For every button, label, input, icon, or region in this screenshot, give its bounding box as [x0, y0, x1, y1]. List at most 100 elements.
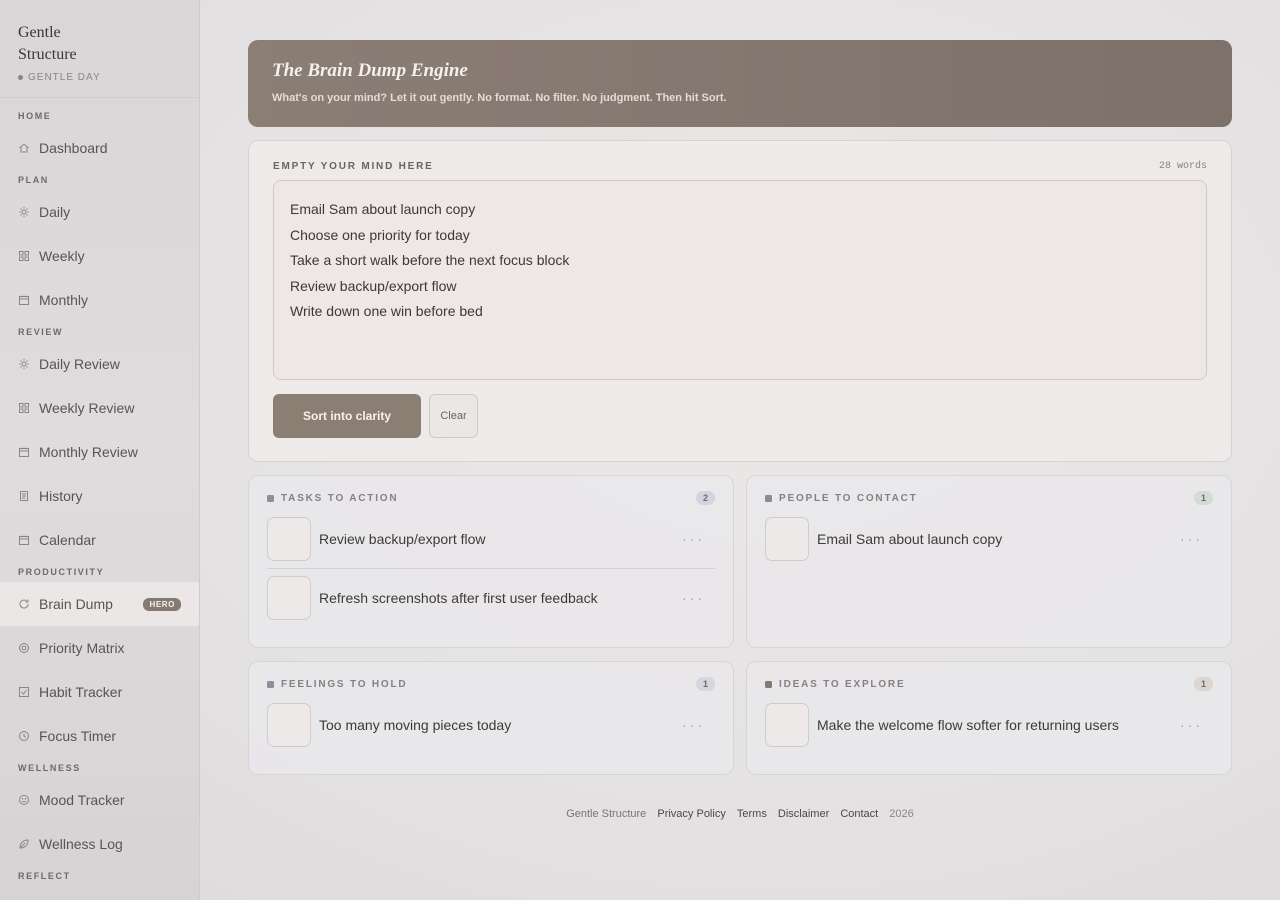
calendar-icon — [18, 294, 30, 306]
nav-section-reflect: REFLECT — [18, 871, 71, 881]
dump-line: Review backup/export flow — [290, 277, 457, 294]
nav-section-productivity: PRODUCTIVITY — [18, 567, 105, 577]
footer-link-terms[interactable]: Terms — [737, 808, 767, 820]
word-count: 28 words — [1158, 161, 1207, 172]
sidebar-nav: HOME Dashboard PLAN Daily Weekly Monthly REVIE… — [0, 98, 199, 886]
sidebar-item-priority-matrix[interactable]: Priority Matrix — [0, 626, 199, 670]
sidebar-item-label: Dashboard — [39, 140, 108, 156]
bucket-count-badge: 2 — [695, 491, 715, 505]
sidebar-item-weekly-review[interactable]: Weekly Review — [0, 386, 199, 430]
item-checkbox[interactable] — [267, 516, 311, 561]
sidebar-item-calendar[interactable]: Calendar — [0, 518, 199, 562]
more-options-icon[interactable]: ··· — [682, 717, 705, 733]
smile-icon — [18, 794, 30, 806]
sidebar-item-label: Monthly — [39, 292, 89, 308]
sidebar-item-label: History — [39, 488, 83, 504]
footer-link-disclaimer[interactable]: Disclaimer — [778, 808, 829, 820]
sidebar-item-label: Calendar — [39, 532, 96, 548]
brain-dump-label: EMPTY YOUR MIND HERE — [273, 161, 434, 172]
bucket-feelings: FEELINGS TO HOLD 1 Too many moving piece… — [248, 661, 734, 775]
clock-icon — [18, 730, 30, 742]
sidebar-item-daily[interactable]: Daily — [0, 190, 199, 234]
sidebar-item-label: Daily Review — [39, 356, 120, 372]
more-options-icon[interactable]: ··· — [682, 590, 705, 606]
home-icon — [18, 142, 30, 154]
bucket-title: FEELINGS TO HOLD — [267, 679, 407, 690]
hero-badge: HERO — [143, 597, 181, 611]
checkbox-icon — [18, 686, 30, 698]
sidebar-item-mood-tracker[interactable]: Mood Tracker — [0, 778, 199, 822]
more-options-icon[interactable]: ··· — [682, 531, 705, 547]
bucket-marker-icon — [267, 494, 274, 502]
item-text: Email Sam about launch copy — [817, 530, 1003, 547]
brand-subtitle: GENTLE DAY — [18, 72, 181, 83]
clear-button[interactable]: Clear — [429, 394, 478, 438]
sidebar-item-wellness-log[interactable]: Wellness Log — [0, 822, 199, 866]
sidebar-item-habit-tracker[interactable]: Habit Tracker — [0, 670, 199, 714]
sidebar-item-history[interactable]: History — [0, 474, 199, 518]
sidebar-item-daily-review[interactable]: Daily Review — [0, 342, 199, 386]
sidebar-item-label: Weekly — [39, 248, 85, 264]
list-item: Too many moving pieces today ··· — [267, 695, 715, 754]
list-item: Refresh screenshots after first user fee… — [267, 568, 715, 627]
leaf-icon — [18, 838, 30, 850]
bucket-ideas: IDEAS TO EXPLORE 1 Make the welcome flow… — [746, 661, 1232, 775]
sidebar-item-label: Wellness Log — [39, 836, 123, 852]
bucket-count-badge: 1 — [1193, 677, 1213, 691]
sidebar-item-focus-timer[interactable]: Focus Timer — [0, 714, 199, 758]
sidebar-item-dashboard[interactable]: Dashboard — [0, 126, 199, 170]
calendar-icon — [18, 446, 30, 458]
more-options-icon[interactable]: ··· — [1180, 717, 1203, 733]
item-text: Review backup/export flow — [319, 530, 486, 547]
footer-link-contact[interactable]: Contact — [840, 808, 878, 820]
dump-line: Take a short walk before the next focus … — [290, 252, 570, 269]
sidebar-item-label: Habit Tracker — [39, 684, 123, 700]
item-text: Too many moving pieces today — [319, 716, 512, 733]
sorted-buckets: TASKS TO ACTION 2 Review backup/export f… — [248, 475, 1232, 775]
bucket-count-badge: 1 — [1193, 491, 1213, 505]
sun-icon — [18, 206, 30, 218]
nav-section-review: REVIEW — [18, 327, 64, 337]
list-item: Email Sam about launch copy ··· — [765, 509, 1213, 568]
page-title: The Brain Dump Engine — [272, 60, 468, 81]
sidebar-item-brain-dump[interactable]: Brain Dump HERO — [0, 582, 199, 626]
sidebar-item-monthly[interactable]: Monthly — [0, 278, 199, 322]
hero-banner: The Brain Dump Engine What's on your min… — [248, 40, 1232, 127]
bucket-title-label: PEOPLE TO CONTACT — [779, 492, 918, 504]
calendar-icon — [18, 534, 30, 546]
bucket-people: PEOPLE TO CONTACT 1 Email Sam about laun… — [746, 475, 1232, 648]
item-text: Make the welcome flow softer for returni… — [817, 716, 1119, 733]
sidebar-item-label: Mood Tracker — [39, 792, 125, 808]
item-checkbox[interactable] — [765, 702, 809, 747]
bucket-title: TASKS TO ACTION — [267, 493, 398, 504]
item-checkbox[interactable] — [267, 702, 311, 747]
page-subtitle: What's on your mind? Let it out gently. … — [272, 92, 727, 104]
bucket-title-label: IDEAS TO EXPLORE — [779, 678, 906, 690]
list-item: Make the welcome flow softer for returni… — [765, 695, 1213, 754]
brand: Gentle Structure GENTLE DAY — [0, 0, 199, 98]
sidebar-item-label: Brain Dump — [39, 596, 113, 612]
item-checkbox[interactable] — [765, 516, 809, 561]
nav-section-home: HOME — [18, 111, 52, 121]
brand-sub-label: GENTLE DAY — [28, 72, 101, 83]
bucket-title: IDEAS TO EXPLORE — [765, 679, 905, 690]
footer-year: 2026 — [889, 808, 914, 820]
sidebar-item-label: Focus Timer — [39, 728, 117, 744]
brain-dump-textarea[interactable]: Email Sam about launch copy Choose one p… — [273, 180, 1207, 380]
sidebar-item-label: Monthly Review — [39, 444, 138, 460]
item-checkbox[interactable] — [267, 576, 311, 620]
sidebar: Gentle Structure GENTLE DAY HOME Dashboar… — [0, 0, 200, 900]
item-text: Refresh screenshots after first user fee… — [319, 590, 598, 606]
bucket-title-label: TASKS TO ACTION — [281, 492, 399, 504]
more-options-icon[interactable]: ··· — [1180, 531, 1203, 547]
bucket-title: PEOPLE TO CONTACT — [765, 493, 918, 504]
nav-section-wellness: WELLNESS — [18, 763, 81, 773]
bucket-tasks: TASKS TO ACTION 2 Review backup/export f… — [248, 475, 734, 648]
sidebar-item-monthly-review[interactable]: Monthly Review — [0, 430, 199, 474]
sidebar-item-label: Priority Matrix — [39, 640, 125, 656]
sidebar-item-label: Weekly Review — [39, 400, 135, 416]
footer-link-privacy[interactable]: Privacy Policy — [657, 808, 725, 820]
sidebar-item-weekly[interactable]: Weekly — [0, 234, 199, 278]
bucket-count-badge: 1 — [695, 677, 715, 691]
sort-button[interactable]: Sort into clarity — [273, 394, 421, 438]
